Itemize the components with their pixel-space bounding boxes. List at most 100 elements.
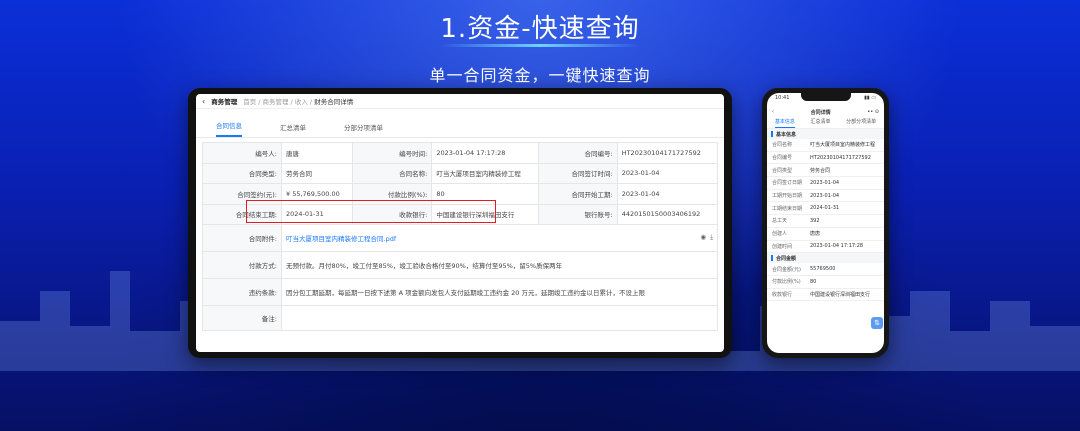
phone-tab-basic[interactable]: 基本信息 [774,118,795,128]
list-item: 收款银行 中国建设银行深圳福田支行 [767,289,884,302]
section-title: 基本信息 [776,131,797,138]
tablet-tabs: 合同信息 汇总清单 分部分项清单 [196,115,724,138]
list-item: 总工天 392 [767,215,884,228]
back-arrow-icon[interactable]: ‹ [202,97,205,106]
table-row: 违约条款: 因分包工期延期，每延期一日按下述第 A 项金额向发包人支付延期竣工违… [202,278,718,306]
tablet-topbar: ‹ 商务管理 首页 / 商务管理 / 收入 / 财务合同详情 [196,94,724,109]
floating-action-button[interactable]: ⇅ [871,317,883,329]
phone-title: 合同详情 [810,109,831,116]
field-label: 备注: [202,305,282,331]
field-value: 4420150150003406192 [616,203,719,225]
tablet-screen: ‹ 商务管理 首页 / 商务管理 / 收入 / 财务合同详情 合同信息 汇总清单… [196,94,724,352]
row-value: 2023-01-04 17:17:28 [810,243,864,250]
attachment-link[interactable]: 叮当大厦项目室内精装修工程合同.pdf [286,235,396,243]
phone-header: ‹ 合同详情 •• ⊙ [767,106,884,118]
list-item: 创建人 唐唐 [767,228,884,241]
attachment-actions: ◉ ⤓ [700,233,713,242]
tab-contract-info[interactable]: 合同信息 [216,120,242,137]
status-time: 10:41 [775,95,790,101]
row-value: 2023-01-04 [810,192,840,199]
breadcrumb-item[interactable]: 商务管理 [263,98,289,106]
field-label: 违约条款: [202,278,282,306]
phone-screen: 10:41 ▮▮ ▭ ‹ 合同详情 •• ⊙ 基本信息 汇总清单 分部分项清单 … [767,93,884,353]
phone-tabs: 基本信息 汇总清单 分部分项清单 [767,118,884,129]
field-label: 编号时间: [352,142,433,164]
row-key: 工期开始日期 [772,193,803,200]
phone-tab-subitem[interactable]: 分部分项清单 [846,118,876,128]
row-value: 叮当大厦项目室内精装修工程 [810,142,876,149]
field-value: 2023-01-04 [616,162,719,184]
row-key: 合同金额(元) [772,266,801,273]
row-key: 创建人 [772,231,788,238]
breadcrumb-item[interactable]: 首页 [243,98,256,106]
phone-notch [801,93,851,101]
download-icon[interactable]: ⤓ [710,233,713,241]
tab-summary-list[interactable]: 汇总清单 [280,122,306,137]
table-row: 编号人: 唐唐 编号时间: 2023-01-04 17:17:28 合同编号: … [202,142,719,164]
page-title: 1.资金-快速查询 [440,14,640,44]
list-item: 合同金额(元) 55769500 [767,263,884,276]
field-label: 合同编号: [537,142,618,164]
field-label: 合同附件: [202,224,282,252]
table-row: 合同类型: 劳务合同 合同名称: 叮当大厦项目室内精装修工程 合同签订时间: 2… [202,162,719,184]
highlight-box [246,200,496,223]
list-item: 合同编号 HT20230104171727592 [767,152,884,165]
preview-icon[interactable]: ◉ [700,233,706,241]
tablet-device: ‹ 商务管理 首页 / 商务管理 / 收入 / 财务合同详情 合同信息 汇总清单… [188,88,732,358]
section-title: 合同金额 [776,255,797,262]
breadcrumb-item[interactable]: 收入 [295,98,308,106]
row-value: 2024-01-31 [810,205,840,212]
row-key: 付款比例(%) [772,279,801,286]
field-label: 银行账号: [537,203,618,225]
phone-tab-summary[interactable]: 汇总清单 [810,118,830,128]
list-item: 工期开始日期 2023-01-04 [767,190,884,203]
phone-device: 10:41 ▮▮ ▭ ‹ 合同详情 •• ⊙ 基本信息 汇总清单 分部分项清单 … [762,88,889,358]
row-key: 合同签订日期 [772,180,803,187]
row-value: 唐唐 [810,231,821,238]
field-label: 合同类型: [202,162,282,184]
row-key: 创建时间 [772,243,793,250]
tab-subitem-list[interactable]: 分部分项清单 [344,122,383,137]
page-subtitle: 单一合同资金，一键快速查询 [429,66,651,85]
phone-rows: 合同名称 叮当大厦项目室内精装修工程 合同编号 HT2023010417172759… [767,139,884,254]
list-item: 合同签订日期 2023-01-04 [767,177,884,190]
field-label: 合同名称: [352,162,433,184]
more-icon[interactable]: •• ⊙ [867,109,879,115]
back-arrow-icon[interactable]: ‹ [772,109,774,115]
table-row: 备注: [202,305,718,331]
row-key: 工期结束日期 [772,205,803,212]
field-label: 合同签订时间: [537,162,618,184]
row-value: 中国建设银行深圳福田支行 [810,291,871,298]
breadcrumb: 首页 / 商务管理 / 收入 / 财务合同详情 [243,98,354,106]
field-value: 2023-01-04 17:17:28 [431,142,539,164]
row-key: 合同名称 [772,142,793,149]
field-value: HT20230104171727592 [616,142,719,164]
field-value: 因分包工期延期，每延期一日按下述第 A 项金额向发包人支付延期竣工违约金 20 … [281,278,718,306]
row-key: 收款银行 [772,291,793,298]
section-marker [771,131,773,137]
row-value: 劳务合同 [810,167,831,174]
table-row: 合同附件: 叮当大厦项目室内精装修工程合同.pdf ◉ ⤓ [202,224,718,252]
row-key: 合同编号 [772,155,793,162]
list-item: 工期结束日期 2024-01-31 [767,202,884,216]
field-value: 无预付款。月付80%，竣工付至85%，竣工验收合格付至90%，结算付至95%，留… [281,251,718,279]
list-item: 合同名称 叮当大厦项目室内精装修工程 [767,139,884,152]
module-title: 商务管理 [211,98,238,106]
field-label: 合同开始工期: [537,183,618,205]
row-key: 总工天 [772,218,788,225]
list-item: 合同类型 劳务合同 [767,164,884,178]
field-value: 唐唐 [280,142,354,164]
signal-battery-icon: ▮▮ ▭ [864,95,876,101]
row-value: 55769500 [810,266,836,273]
list-item: 创建时间 2023-01-04 17:17:28 [767,241,884,254]
table-row: 付款方式: 无预付款。月付80%，竣工付至85%，竣工验收合格付至90%，结算付… [202,251,718,279]
contract-detail-table: 编号人: 唐唐 编号时间: 2023-01-04 17:17:28 合同编号: … [202,142,719,331]
attachment-cell: 叮当大厦项目室内精装修工程合同.pdf ◉ ⤓ [281,224,718,252]
row-value: 2023-01-04 [810,179,840,186]
field-value: 2023-01-04 [616,183,719,205]
section-header: 基本信息 [767,129,884,139]
field-value: 叮当大厦项目室内精装修工程 [431,162,539,184]
section-marker [771,255,773,262]
field-label: 付款方式: [202,251,282,279]
row-key: 合同类型 [772,167,793,174]
